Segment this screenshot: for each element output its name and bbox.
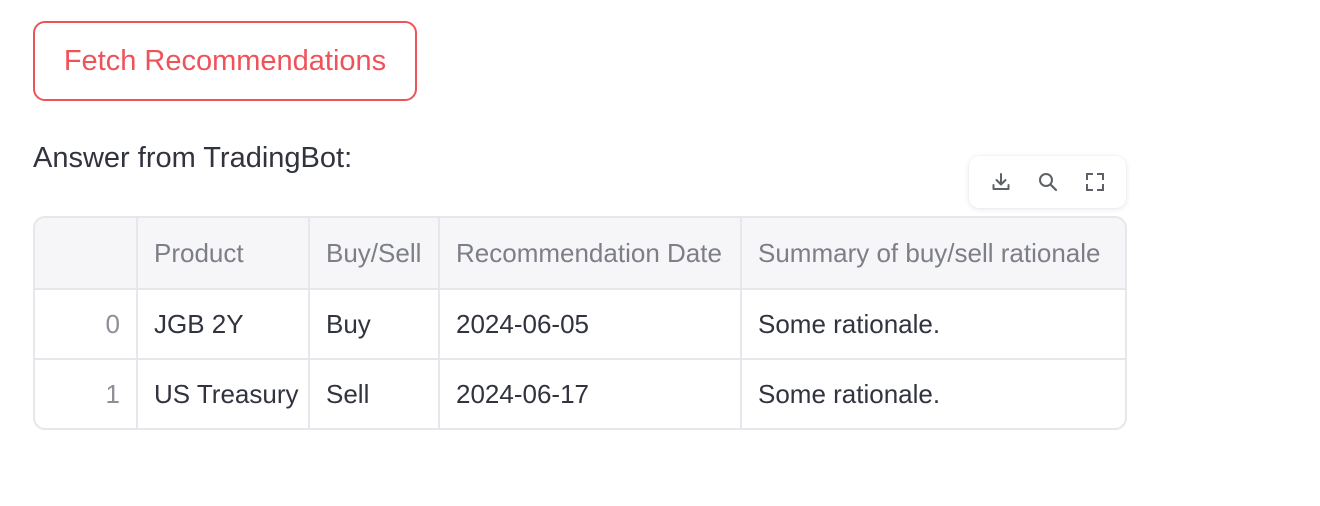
download-button[interactable] (984, 165, 1018, 199)
row-index[interactable]: 1 (35, 359, 138, 428)
download-icon (992, 173, 1009, 190)
cell-recommendation-date[interactable]: 2024-06-17 (439, 359, 742, 428)
column-header-summary[interactable]: Summary of buy/sell rationale (741, 218, 1125, 290)
table-row: 1 US Treasury Sell 2024-06-17 Some ratio… (35, 359, 1125, 428)
table-header-row: Product Buy/Sell Recommendation Date Sum… (35, 218, 1125, 290)
column-header-product[interactable]: Product (137, 218, 310, 290)
table-row: 0 JGB 2Y Buy 2024-06-05 Some rationale. (35, 289, 1125, 360)
cell-product[interactable]: US Treasury (137, 359, 310, 428)
recommendations-table[interactable]: Product Buy/Sell Recommendation Date Sum… (33, 216, 1127, 430)
column-header-buy-sell[interactable]: Buy/Sell (309, 218, 440, 290)
cell-summary[interactable]: Some rationale. (741, 289, 1125, 360)
row-index[interactable]: 0 (35, 289, 138, 360)
search-button[interactable] (1031, 165, 1065, 199)
cell-summary[interactable]: Some rationale. (741, 359, 1125, 428)
fullscreen-icon (1085, 173, 1104, 191)
search-icon (1038, 173, 1057, 192)
answer-label: Answer from TradingBot: (33, 142, 353, 174)
cell-buy-sell[interactable]: Buy (309, 289, 440, 360)
fetch-recommendations-button[interactable]: Fetch Recommendations (33, 21, 417, 101)
cell-product[interactable]: JGB 2Y (137, 289, 310, 360)
cell-recommendation-date[interactable]: 2024-06-05 (439, 289, 742, 360)
table-toolbar (969, 156, 1126, 208)
column-header-index[interactable] (35, 218, 138, 290)
cell-buy-sell[interactable]: Sell (309, 359, 440, 428)
fullscreen-button[interactable] (1078, 165, 1112, 199)
page: Fetch Recommendations Answer from Tradin… (0, 0, 1320, 506)
column-header-recommendation-date[interactable]: Recommendation Date (439, 218, 742, 290)
